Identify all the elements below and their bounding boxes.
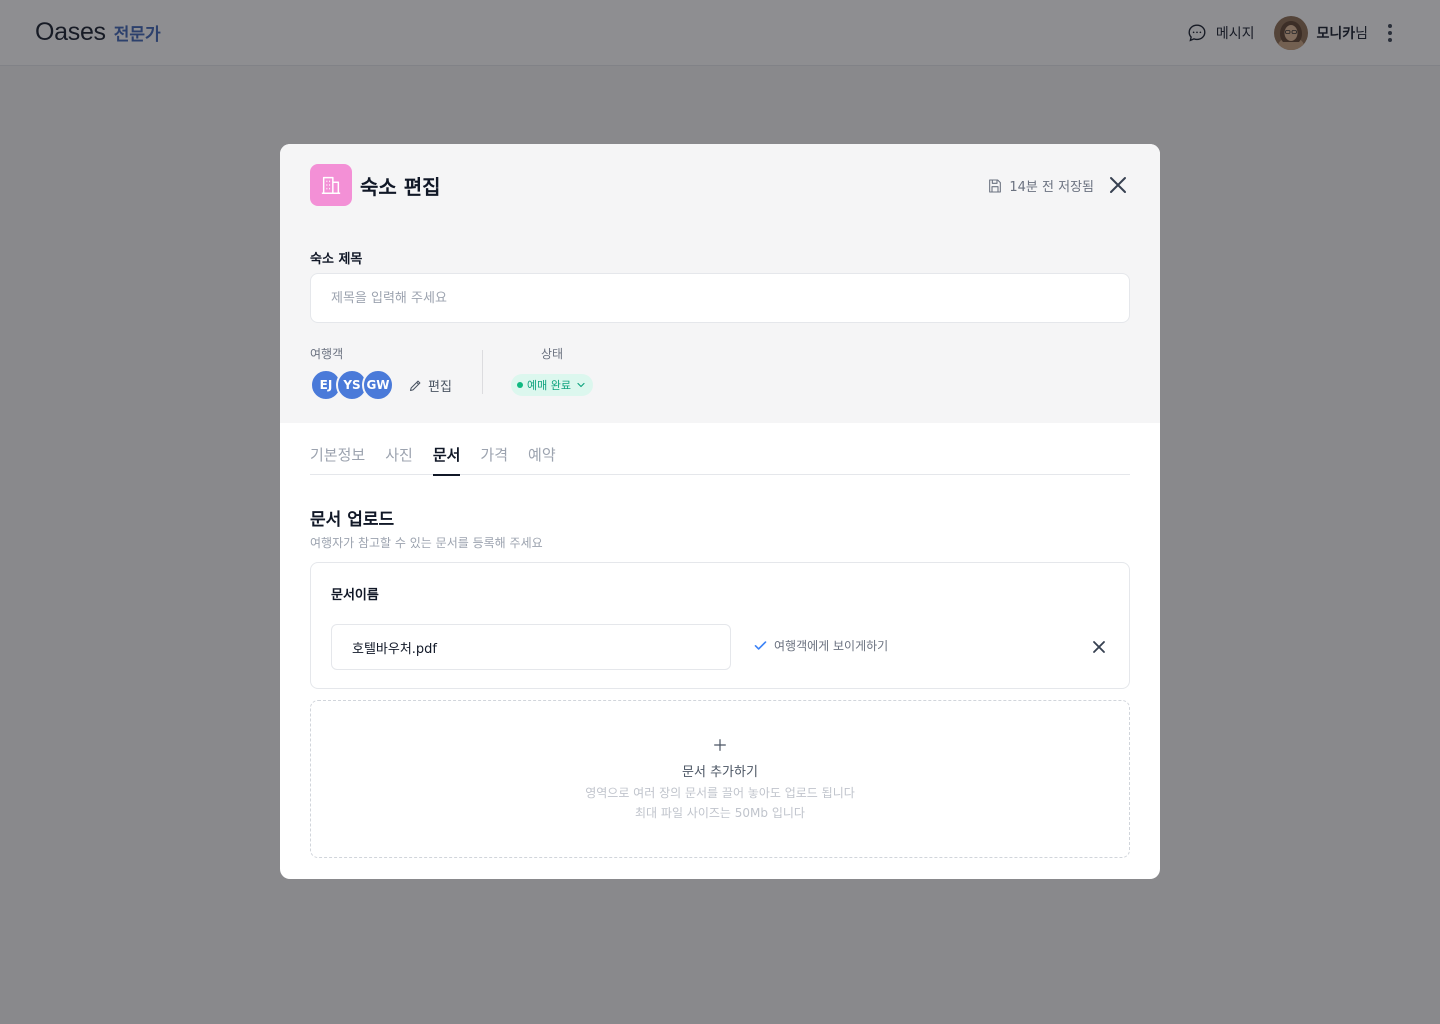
status-value: 예매 완료	[527, 379, 571, 392]
saved-status-text: 14분 전 저장됨	[1009, 180, 1094, 195]
hotel-building-icon	[310, 164, 352, 206]
save-disk-icon	[989, 178, 1002, 193]
accommodation-title-input[interactable]	[310, 273, 1130, 323]
status-dropdown[interactable]: 예매 완료	[511, 374, 593, 396]
title-field-label: 숙소 제목	[310, 252, 363, 267]
section-subtitle: 여행자가 참고할 수 있는 문서를 등록해 주세요	[310, 536, 543, 550]
travelers-label: 여행객	[310, 347, 344, 361]
close-icon[interactable]	[1106, 173, 1130, 197]
section-title: 문서 업로드	[310, 510, 395, 530]
document-name-label: 문서이름	[331, 588, 379, 603]
add-document-label: 문서 추가하기	[682, 765, 758, 780]
visibility-toggle[interactable]: 여행객에게 보이게하기	[753, 637, 888, 654]
travelers-group: EJ YS GW 편집	[310, 369, 452, 401]
modal-header-section: 숙소 편집 14분 전 저장됨 숙소 제목 여행객 EJ YS GW	[280, 144, 1160, 423]
modal-tabs: 기본정보 사진 문서 가격 예약	[310, 443, 1130, 476]
tab-reservation[interactable]: 예약	[528, 443, 556, 475]
divider	[482, 350, 483, 394]
chevron-down-icon	[577, 382, 585, 388]
tab-photos[interactable]: 사진	[385, 443, 413, 475]
dropzone-size-hint: 최대 파일 사이즈는 50Mb 입니다	[635, 806, 805, 820]
plus-icon	[311, 737, 1129, 753]
autosave-status: 14분 전 저장됨	[987, 176, 1094, 195]
modal-title: 숙소 편집	[360, 175, 441, 199]
pencil-icon	[409, 380, 421, 391]
edit-accommodation-modal: 숙소 편집 14분 전 저장됨 숙소 제목 여행객 EJ YS GW	[280, 144, 1160, 879]
remove-document-icon[interactable]	[1089, 637, 1109, 657]
status-label: 상태	[541, 347, 564, 361]
document-name-input[interactable]	[331, 624, 731, 670]
visibility-label: 여행객에게 보이게하기	[774, 639, 889, 653]
dropzone-hint: 영역으로 여러 장의 문서를 끌어 놓아도 업로드 됩니다	[585, 786, 855, 800]
tab-price[interactable]: 가격	[480, 443, 508, 475]
document-dropzone[interactable]: 문서 추가하기 영역으로 여러 장의 문서를 끌어 놓아도 업로드 됩니다 최대…	[310, 700, 1130, 858]
document-card: 문서이름 여행객에게 보이게하기	[310, 562, 1130, 689]
tab-documents[interactable]: 문서	[432, 443, 460, 476]
checkmark-icon	[754, 641, 767, 650]
traveler-avatar[interactable]: GW	[362, 369, 394, 401]
status-dot-icon	[517, 382, 523, 388]
tab-basic-info[interactable]: 기본정보	[310, 443, 365, 475]
edit-travelers-button[interactable]: 편집	[408, 376, 452, 395]
edit-travelers-label: 편집	[428, 379, 452, 395]
